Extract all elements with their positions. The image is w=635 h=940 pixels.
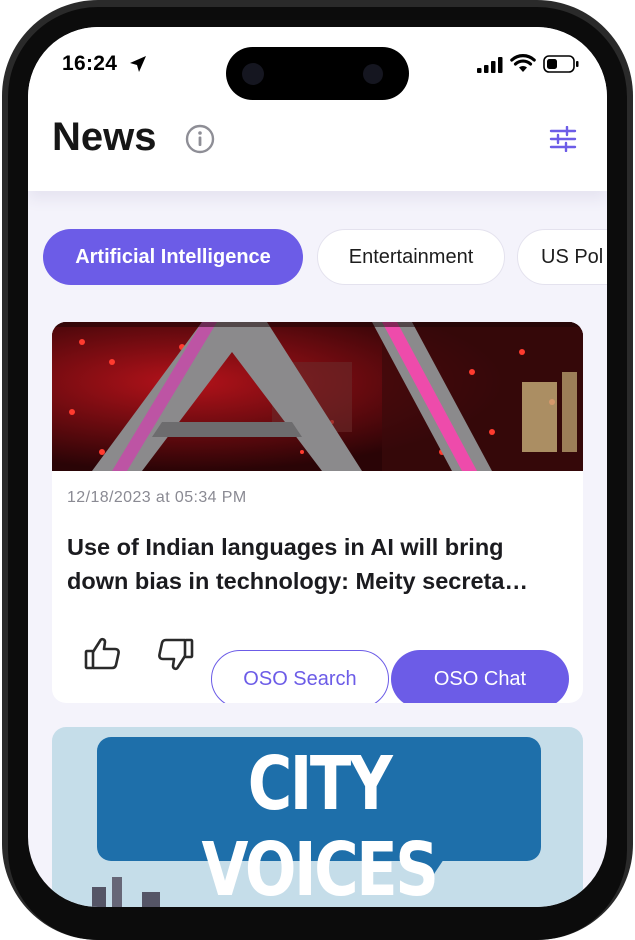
chip-artificial-intelligence[interactable]: Artificial Intelligence — [43, 229, 303, 285]
dynamic-island — [226, 47, 409, 100]
city-voices-text: CITY VOICES — [201, 741, 438, 907]
signal-icon — [477, 57, 503, 73]
wifi-icon — [510, 54, 536, 72]
article-headline[interactable]: Use of Indian languages in AI will bring… — [67, 530, 572, 598]
news-card-2[interactable]: CITY VOICES — [52, 727, 583, 907]
thumbs-up-icon[interactable] — [83, 634, 123, 674]
circuit-board-image — [52, 322, 583, 471]
news-card[interactable]: 12/18/2023 at 05:34 PM Use of Indian lan… — [52, 322, 583, 703]
thumbs-down-icon[interactable] — [155, 634, 195, 674]
oso-search-button[interactable]: OSO Search — [211, 650, 389, 703]
status-time: 16:24 — [62, 52, 118, 75]
page-title: News — [52, 115, 157, 159]
sensor-dot — [363, 64, 383, 84]
chip-entertainment[interactable]: Entertainment — [317, 229, 505, 285]
headline-line-2: down bias in technology: Meity secreta… — [67, 568, 528, 594]
article-image[interactable] — [52, 322, 583, 471]
info-icon[interactable] — [185, 124, 215, 154]
headline-line-1: Use of Indian languages in AI will bring — [67, 534, 504, 560]
location-arrow-icon — [130, 56, 146, 72]
camera-dot — [242, 63, 264, 85]
app-screen: 16:24 News Artificial Intelligence Enter… — [28, 27, 607, 907]
oso-chat-button[interactable]: OSO Chat — [391, 650, 569, 703]
filter-sliders-icon[interactable] — [549, 126, 577, 152]
chip-us-politics[interactable]: US Pol — [517, 229, 607, 285]
battery-icon — [543, 55, 579, 73]
phone-frame: 16:24 News Artificial Intelligence Enter… — [0, 0, 635, 940]
article-date: 12/18/2023 at 05:34 PM — [67, 489, 247, 506]
app-header: 16:24 News — [28, 27, 607, 191]
